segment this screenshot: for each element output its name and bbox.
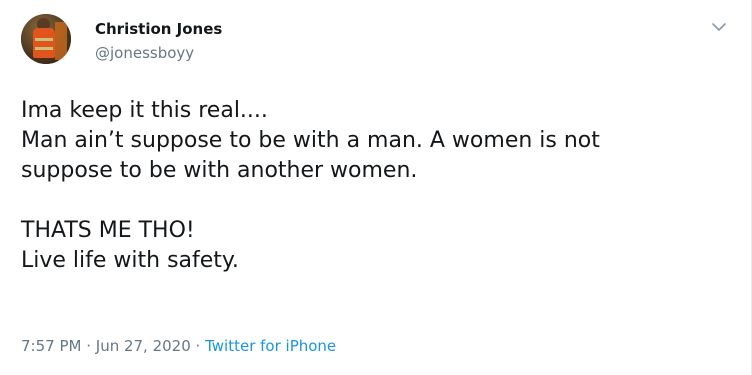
avatar[interactable]	[21, 14, 71, 64]
tweet-line: Man ain’t suppose to be with a man. A wo…	[21, 128, 600, 153]
tweet-line: THATS ME THO!	[21, 218, 195, 243]
meta-separator: ·	[81, 337, 96, 355]
author-handle[interactable]: @jonessboyy	[95, 43, 194, 63]
tweet-source-link[interactable]: Twitter for iPhone	[205, 337, 336, 355]
tweet-text: Ima keep it this real.... Man ain’t supp…	[21, 96, 736, 276]
tweet-date[interactable]: Jun 27, 2020	[96, 337, 191, 355]
tweet-card: Christion Jones @jonessboyy Ima keep it …	[0, 0, 752, 375]
author-name[interactable]: Christion Jones	[95, 19, 222, 39]
chevron-down-icon	[712, 22, 726, 31]
tweet-time[interactable]: 7:57 PM	[21, 337, 81, 355]
meta-separator: ·	[190, 337, 206, 355]
more-options-button[interactable]	[706, 14, 732, 40]
tweet-meta: 7:57 PM · Jun 27, 2020 · Twitter for iPh…	[21, 336, 336, 356]
tweet-line: suppose to be with another women.	[21, 158, 418, 183]
tweet-line: Live life with safety.	[21, 248, 239, 273]
tweet-line-break	[21, 186, 736, 216]
tweet-line: Ima keep it this real....	[21, 98, 268, 123]
